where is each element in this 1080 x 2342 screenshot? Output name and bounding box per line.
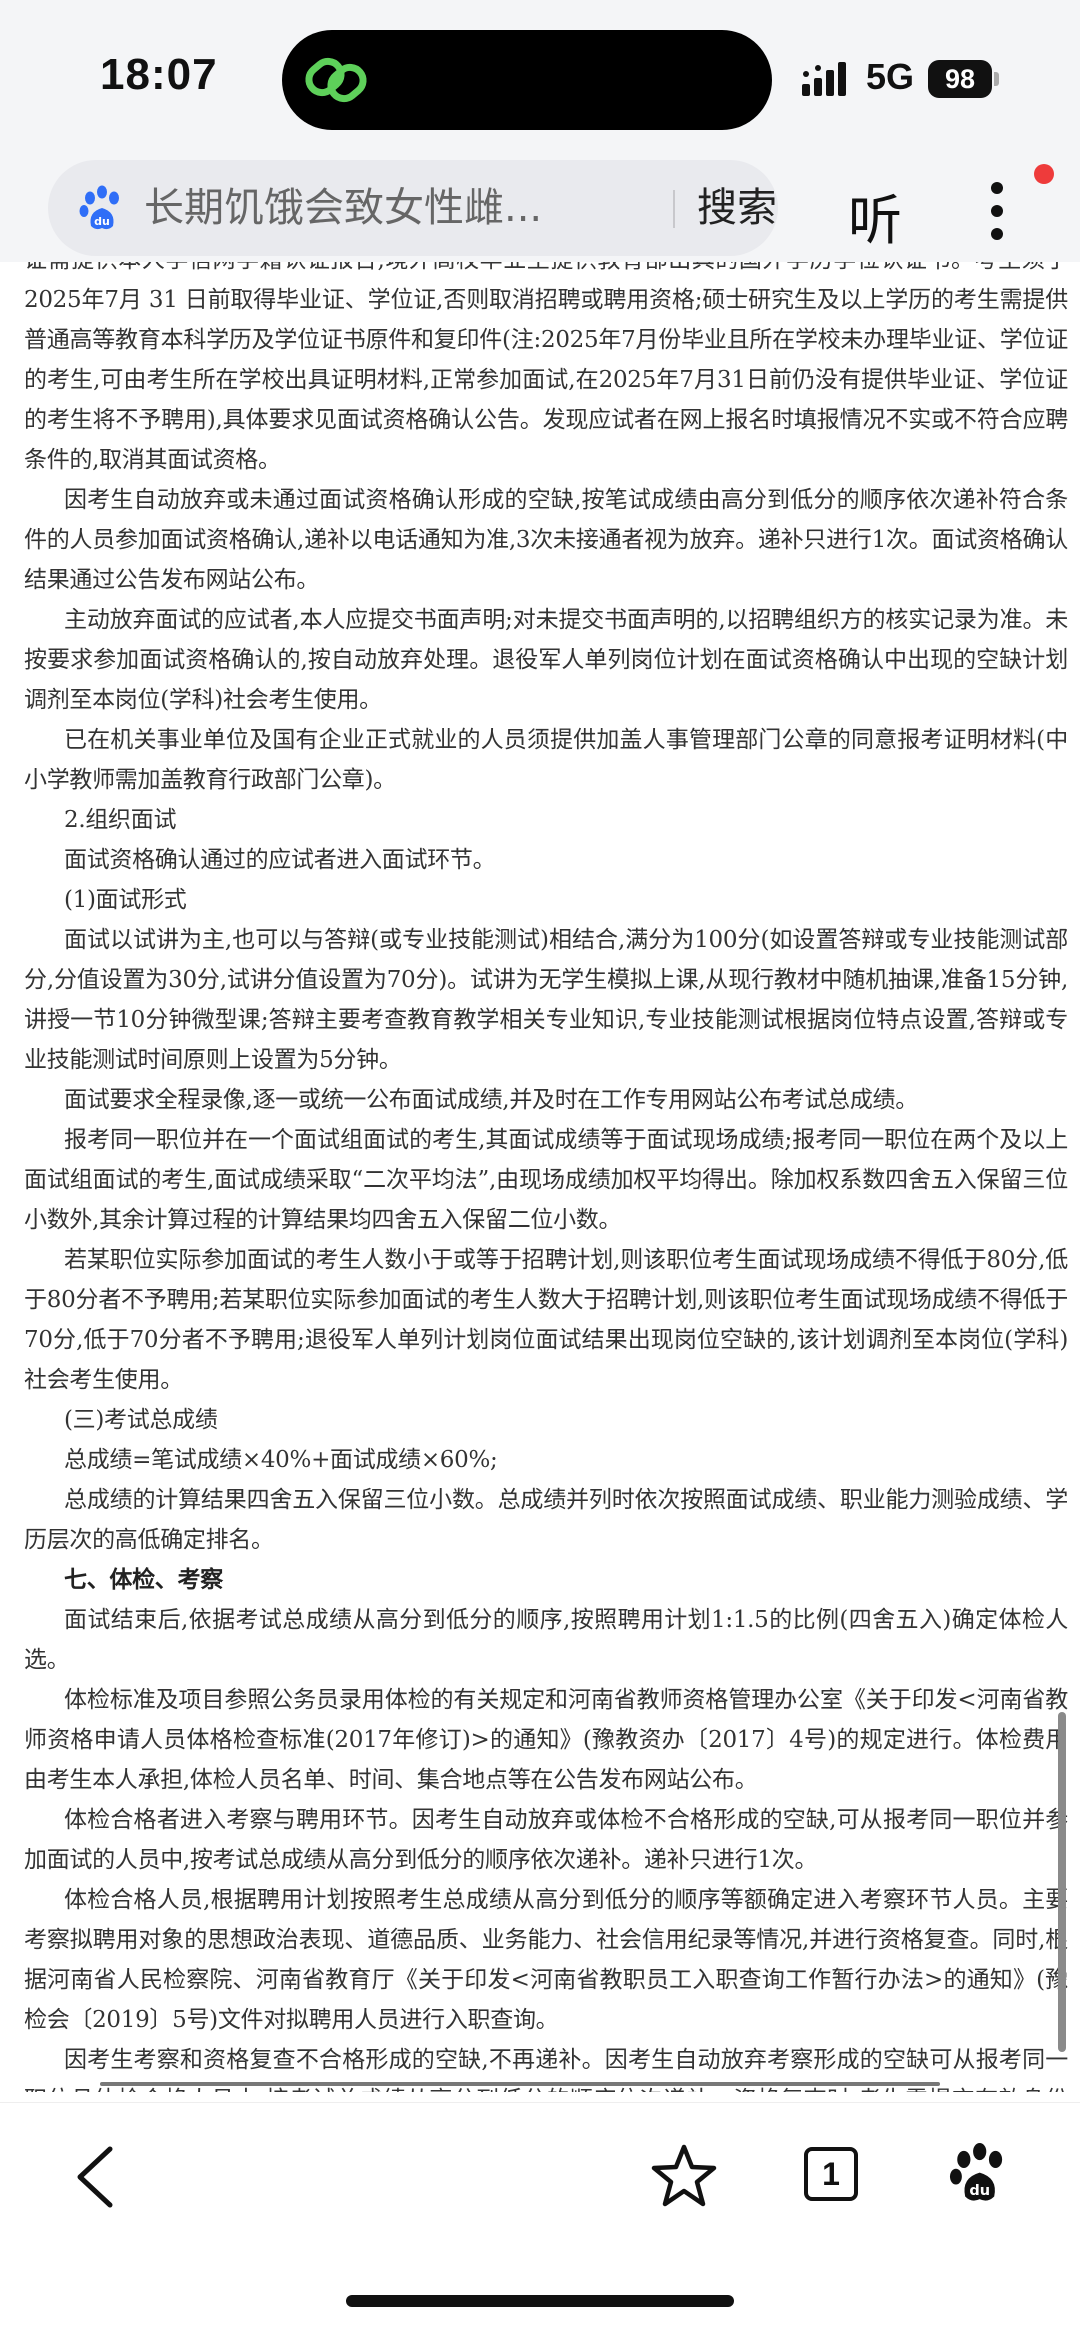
article-paragraph: 报考同一职位并在一个面试组面试的考生,其面试成绩等于面试现场成绩;报考同一职位在…: [24, 1127, 1068, 1233]
article-paragraph: 主动放弃面试的应试者,本人应提交书面声明;对未提交书面声明的,以招聘组织方的核实…: [24, 607, 1068, 713]
home-indicator[interactable]: [346, 2295, 734, 2307]
article-paragraph: 体检标准及项目参照公务员录用体检的有关规定和河南省教师资格管理办公室《关于印发<…: [24, 1687, 1068, 1793]
status-bar: 18:07 5G 98: [0, 0, 1080, 150]
svg-text:du: du: [969, 2183, 990, 2199]
favorite-star-icon[interactable]: [650, 2143, 718, 2209]
battery-icon: 98: [928, 60, 992, 98]
article-body: 证需提供本人学信网学籍认证报告,境外高校毕业生提供教育部出具的国外学历学位认证书…: [24, 262, 1068, 2092]
scrollbar[interactable]: [1058, 1712, 1066, 2052]
article-paragraph: 体检合格者进入考察与聘用环节。因考生自动放弃或体检不合格形成的空缺,可从报考同一…: [24, 1807, 1068, 1873]
network-type: 5G: [866, 56, 915, 97]
article-paragraph: 证需提供本人学信网学籍认证报告,境外高校毕业生提供教育部出具的国外学历学位认证书…: [24, 262, 1068, 473]
article-paragraph: 因考生自动放弃或未通过面试资格确认形成的空缺,按笔试成绩由高分到低分的顺序依次递…: [24, 487, 1068, 593]
toolbar-handle: [100, 2082, 940, 2086]
article-paragraph: (1)面试形式: [64, 887, 187, 913]
article-paragraph: 体检合格人员,根据聘用计划按照考生总成绩从高分到低分的顺序等额确定进入考察环节人…: [24, 1887, 1068, 2033]
notification-dot: [1034, 164, 1054, 184]
article-paragraph: 面试要求全程录像,逐一或统一公布面试成绩,并及时在工作专用网站公布考试总成绩。: [64, 1087, 918, 1113]
link-app-icon: [305, 57, 367, 103]
svg-text:du: du: [94, 215, 110, 228]
article-paragraph: 2.组织面试: [64, 807, 177, 833]
battery-tip: [994, 72, 999, 86]
cellular-signal-icon: [802, 62, 846, 96]
search-input[interactable]: du 长期饥饿会致女性雌... 搜索: [48, 160, 778, 256]
baidu-paw-icon: du: [79, 185, 119, 230]
article-paragraph: 总成绩=笔试成绩×40%+面试成绩×60%;: [64, 1447, 498, 1473]
article-paragraph: 已在机关事业单位及国有企业正式就业的人员须提供加盖人事管理部门公章的同意报考证明…: [24, 727, 1068, 793]
baidu-home-icon[interactable]: du: [948, 2141, 1014, 2207]
search-row: du 长期饥饿会致女性雌... 搜索: [0, 150, 1080, 262]
more-vertical-icon[interactable]: [990, 180, 1004, 242]
listen-button[interactable]: 听: [848, 176, 902, 255]
dynamic-island: [282, 30, 772, 130]
article-paragraph: 面试以试讲为主,也可以与答辩(或专业技能测试)相结合,满分为100分(如设置答辩…: [24, 927, 1068, 1073]
tabs-count-button[interactable]: 1: [804, 2147, 858, 2201]
article-paragraph: 总成绩的计算结果四舍五入保留三位小数。总成绩并列时依次按照面试成绩、职业能力测验…: [24, 1487, 1068, 1553]
article-paragraph: 面试资格确认通过的应试者进入面试环节。: [64, 847, 496, 873]
section-heading: 七、体检、考察: [64, 1566, 223, 1593]
article-content[interactable]: 证需提供本人学信网学籍认证报告,境外高校毕业生提供教育部出具的国外学历学位认证书…: [0, 262, 1080, 2092]
status-time: 18:07: [100, 50, 218, 99]
article-paragraph: 面试结束后,依据考试总成绩从高分到低分的顺序,按照聘用计划1:1.5的比例(四舍…: [24, 1607, 1068, 1673]
search-button[interactable]: 搜索: [661, 180, 777, 236]
search-query-text: 长期饥饿会致女性雌...: [144, 185, 543, 231]
back-arrow-icon[interactable]: [72, 2143, 118, 2211]
article-paragraph: (三)考试总成绩: [64, 1407, 218, 1433]
article-paragraph: 若某职位实际参加面试的考生人数小于或等于招聘计划,则该职位考生面试现场成绩不得低…: [24, 1247, 1068, 1393]
